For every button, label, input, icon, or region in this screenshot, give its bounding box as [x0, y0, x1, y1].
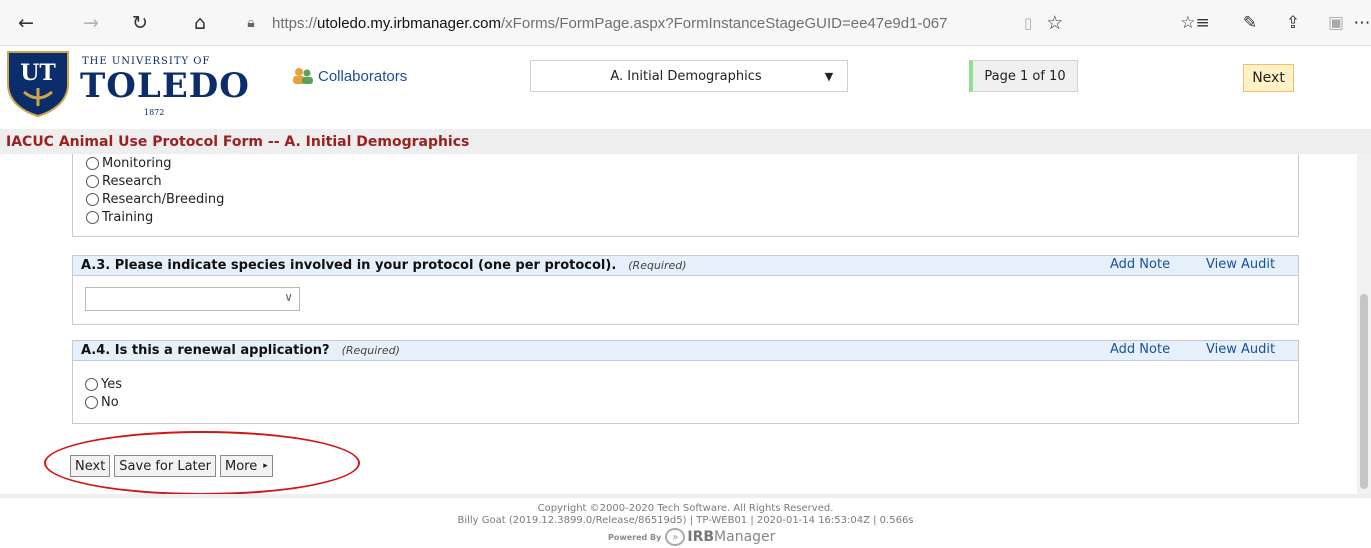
- collaborators-link[interactable]: Collaborators: [292, 67, 407, 85]
- home-icon[interactable]: ⌂: [186, 9, 214, 37]
- extension-icon[interactable]: ▣: [1322, 9, 1350, 37]
- radio-option[interactable]: Training: [86, 208, 224, 226]
- radio-option-no[interactable]: No: [85, 393, 122, 411]
- radio-button[interactable]: [85, 395, 98, 409]
- radio-option-yes[interactable]: Yes: [85, 375, 122, 393]
- irbmanager-logo-icon: »: [665, 528, 686, 546]
- lock-icon: 🔒︎: [247, 15, 255, 31]
- required-label: (Required): [628, 259, 687, 272]
- section-select[interactable]: A. Initial Demographics ▼: [530, 60, 848, 92]
- shield-logo-icon: UT: [7, 51, 69, 118]
- next-button-top[interactable]: Next: [1243, 64, 1294, 92]
- question-a3-text: A.3. Please indicate species involved in…: [81, 258, 617, 273]
- question-a4: A.4. Is this a renewal application? (Req…: [72, 340, 1299, 424]
- question-a4-text: A.4. Is this a renewal application?: [81, 343, 330, 358]
- forward-icon[interactable]: →: [77, 9, 105, 37]
- add-note-link[interactable]: Add Note: [1110, 342, 1170, 357]
- question-a3: A.3. Please indicate species involved in…: [72, 255, 1299, 325]
- radio-button[interactable]: [86, 174, 99, 188]
- powered-by: Powered By » IRBManager: [608, 528, 775, 546]
- caret-down-icon[interactable]: ▼: [811, 70, 847, 83]
- logo-year: 1872: [144, 108, 165, 117]
- radio-button[interactable]: [86, 156, 99, 170]
- required-label: (Required): [341, 344, 400, 357]
- species-select[interactable]: ∨: [85, 287, 300, 311]
- powered-by-label: Powered By: [608, 532, 662, 542]
- university-logo: UT THE UNIVERSITY OF TOLEDO 1872: [4, 50, 249, 118]
- footer-divider: [0, 494, 1371, 498]
- more-icon[interactable]: ⋯: [1354, 9, 1371, 37]
- previous-question-options: Monitoring Research Research/Breeding Tr…: [86, 154, 224, 226]
- irbmanager-brand: IRBManager: [687, 529, 776, 545]
- renewal-options: Yes No: [85, 375, 122, 411]
- radio-button[interactable]: [86, 192, 99, 206]
- copyright-text: Copyright ©2000-2020 Tech Software. All …: [537, 503, 834, 514]
- add-note-link[interactable]: Add Note: [1110, 257, 1170, 272]
- previous-question-box: [72, 154, 1299, 237]
- page-indicator: Page 1 of 10: [969, 60, 1078, 92]
- app-header: UT THE UNIVERSITY OF TOLEDO 1872 Collabo…: [0, 47, 1371, 129]
- build-info: Billy Goat (2019.12.3899.0/Release/86519…: [457, 515, 914, 526]
- reading-view-icon[interactable]: ▯: [1024, 14, 1032, 32]
- view-audit-link[interactable]: View Audit: [1206, 257, 1275, 272]
- section-select-value: A. Initial Demographics: [610, 68, 762, 84]
- annotation-ellipse: [44, 431, 360, 495]
- pen-icon[interactable]: ✎: [1236, 9, 1264, 37]
- form-title-bar: IACUC Animal Use Protocol Form -- A. Ini…: [0, 129, 1371, 154]
- radio-button[interactable]: [85, 377, 98, 391]
- favorite-star-icon[interactable]: ☆: [1046, 12, 1063, 34]
- footer-copyright: Copyright ©2000-2020 Tech Software. All …: [0, 503, 1371, 527]
- back-icon[interactable]: ←: [12, 9, 40, 37]
- radio-option[interactable]: Research/Breeding: [86, 190, 224, 208]
- vertical-scrollbar[interactable]: [1357, 154, 1371, 494]
- refresh-icon[interactable]: ↻: [126, 9, 154, 37]
- collaborators-label[interactable]: Collaborators: [318, 68, 407, 85]
- question-a3-header: A.3. Please indicate species involved in…: [73, 256, 1298, 276]
- url-text[interactable]: https://utoledo.my.irbmanager.com/xForms…: [272, 15, 1012, 32]
- favorites-list-icon[interactable]: ☆≡: [1180, 9, 1209, 37]
- form-title: IACUC Animal Use Protocol Form -- A. Ini…: [6, 133, 470, 150]
- radio-option[interactable]: Research: [86, 172, 224, 190]
- svg-text:UT: UT: [20, 60, 56, 86]
- page-footer: Copyright ©2000-2020 Tech Software. All …: [0, 494, 1371, 548]
- chevron-down-icon[interactable]: ∨: [284, 290, 293, 304]
- scroll-thumb[interactable]: [1360, 294, 1368, 489]
- view-audit-link[interactable]: View Audit: [1206, 342, 1275, 357]
- people-icon: [293, 68, 313, 84]
- question-a4-header: A.4. Is this a renewal application? (Req…: [73, 341, 1298, 361]
- share-icon[interactable]: ⇪: [1279, 9, 1307, 37]
- radio-option[interactable]: Monitoring: [86, 154, 224, 172]
- logo-name: TOLEDO: [80, 66, 250, 106]
- radio-button[interactable]: [86, 210, 99, 224]
- address-bar[interactable]: 🔒︎ https://utoledo.my.irbmanager.com/xFo…: [240, 8, 1096, 38]
- browser-toolbar: ← → ↻ ⌂ 🔒︎ https://utoledo.my.irbmanager…: [0, 0, 1371, 46]
